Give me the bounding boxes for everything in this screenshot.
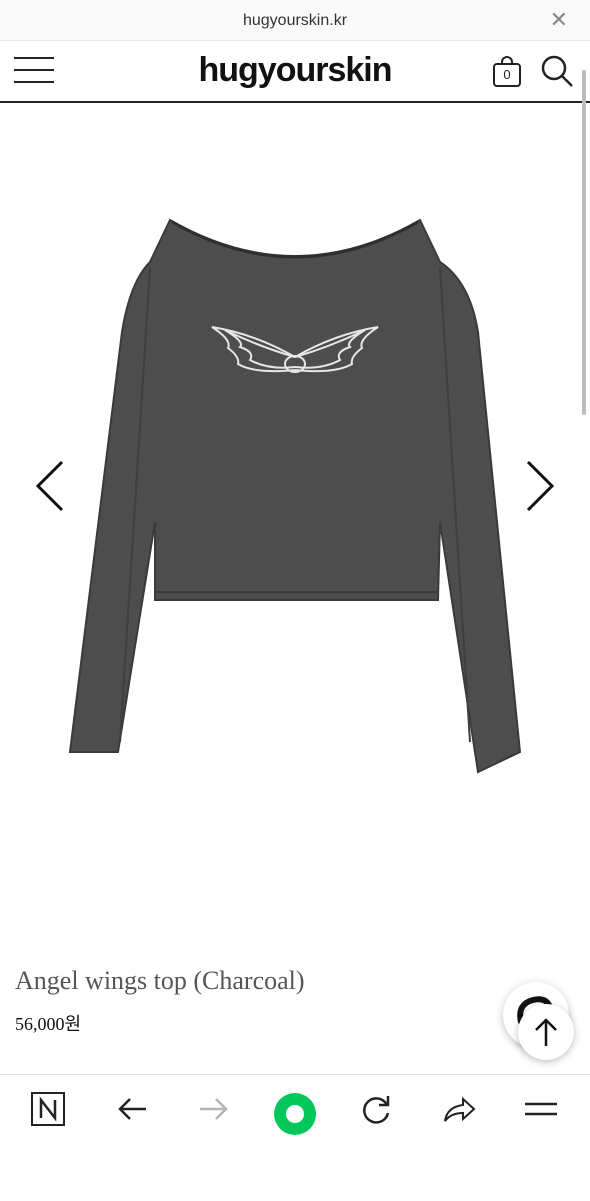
site-header: hugyourskin 0 (0, 41, 590, 103)
chevron-right-icon[interactable] (520, 458, 560, 514)
garment-shape (68, 218, 522, 774)
arrow-up-icon[interactable] (518, 1004, 574, 1060)
product-name: Angel wings top (Charcoal) (15, 966, 305, 995)
product-image[interactable] (0, 102, 590, 952)
search-icon[interactable] (540, 54, 574, 88)
forward-arrow-icon[interactable] (186, 1091, 242, 1135)
green-dot-icon[interactable] (267, 1091, 323, 1135)
menu-icon[interactable] (513, 1091, 569, 1135)
browser-url-bar: hugyourskin.kr ✕ (0, 0, 590, 41)
bottom-toolbar (0, 1074, 590, 1201)
back-arrow-icon[interactable] (104, 1091, 160, 1135)
shopping-bag-icon[interactable]: 0 (492, 56, 522, 88)
product-price: 56,000원 (15, 1014, 82, 1034)
url-text[interactable]: hugyourskin.kr (0, 12, 590, 30)
naver-home-icon[interactable] (20, 1091, 76, 1135)
chevron-left-icon[interactable] (30, 458, 70, 514)
refresh-icon[interactable] (348, 1091, 404, 1135)
cart-count: 0 (503, 67, 511, 82)
share-icon[interactable] (431, 1091, 487, 1135)
close-icon[interactable]: ✕ (550, 8, 568, 32)
